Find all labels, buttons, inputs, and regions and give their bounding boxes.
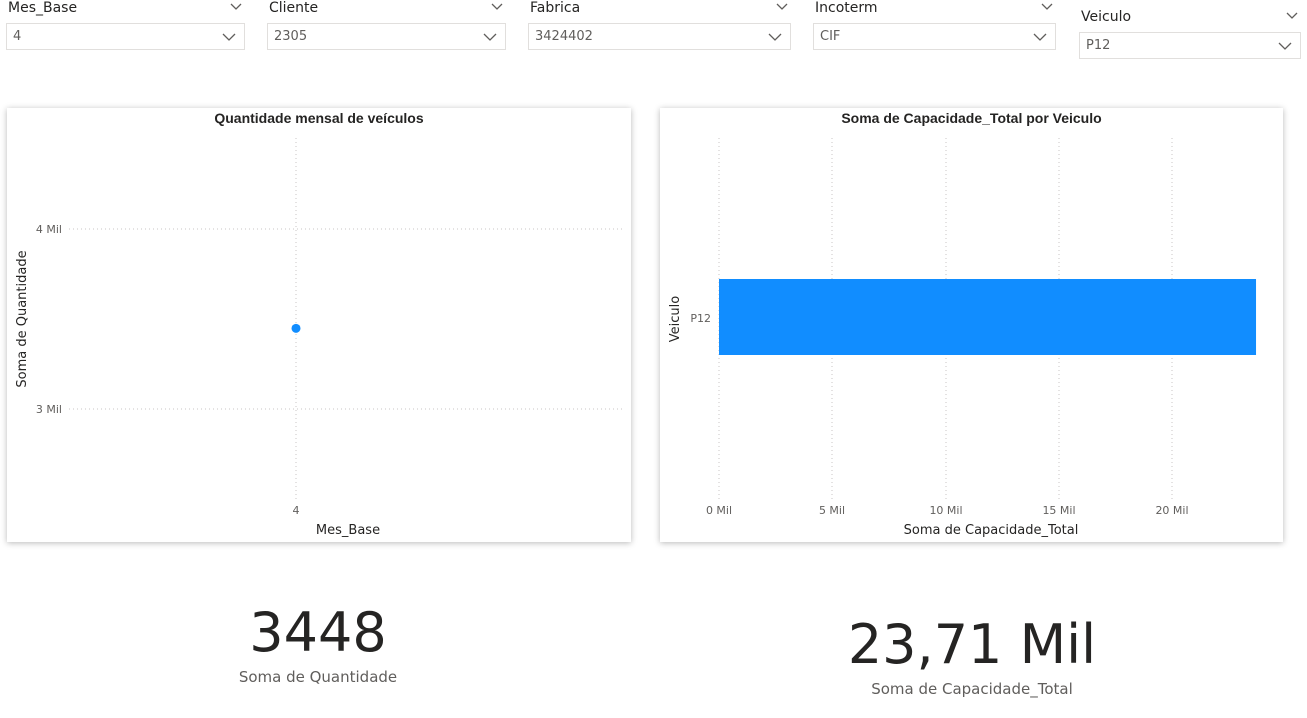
chevron-down-icon[interactable] — [1033, 30, 1047, 44]
slicer-header[interactable]: Mes_Base — [6, 0, 245, 22]
kpi-card-quantidade: 3448 Soma de Quantidade — [180, 600, 456, 690]
slicer-header[interactable]: Cliente — [267, 0, 506, 22]
x-tick-label: 15 Mil — [1042, 504, 1075, 517]
card-value: 23,71 Mil — [847, 613, 1097, 676]
bar[interactable] — [719, 279, 1257, 355]
x-tick-label: 4 — [293, 504, 300, 517]
chevron-down-icon[interactable] — [1040, 0, 1054, 14]
slicer-title: Incoterm — [815, 0, 878, 16]
chevron-down-icon[interactable] — [222, 30, 236, 44]
bar-visual[interactable]: Soma de Capacidade_Total por Veiculo 0 M… — [660, 108, 1283, 542]
y-tick-label: P12 — [690, 312, 711, 325]
card-value: 3448 — [249, 601, 387, 664]
slicer-dropdown[interactable]: 2305 — [267, 23, 506, 50]
slicer-incoterm: Incoterm CIF — [813, 0, 1056, 52]
chevron-down-icon[interactable] — [490, 0, 504, 14]
slicer-fabrica: Fabrica 3424402 — [528, 0, 791, 52]
slicer-header[interactable]: Veiculo — [1079, 9, 1301, 31]
scatter-visual[interactable]: Quantidade mensal de veículos 4 Mil 3 Mi… — [7, 108, 631, 542]
scatter-point[interactable] — [291, 323, 301, 333]
kpi-card-capacidade: 23,71 Mil Soma de Capacidade_Total — [820, 612, 1124, 702]
slicer-dropdown[interactable]: 3424402 — [528, 23, 791, 50]
x-tick-label: 20 Mil — [1155, 504, 1188, 517]
slicer-veiculo: Veiculo P12 — [1079, 9, 1301, 61]
slicer-title: Cliente — [269, 0, 319, 16]
slicer-selected-value: CIF — [820, 29, 841, 44]
slicer-dropdown[interactable]: CIF — [813, 23, 1056, 50]
y-axis-title: Soma de Quantidade — [15, 250, 30, 387]
slicer-dropdown[interactable]: P12 — [1079, 32, 1301, 59]
card-label: Soma de Quantidade — [238, 668, 398, 686]
slicer-header[interactable]: Fabrica — [528, 0, 791, 22]
y-axis-title: Veiculo — [668, 296, 683, 342]
x-tick-label: 10 Mil — [929, 504, 962, 517]
chevron-down-icon[interactable] — [1285, 9, 1299, 23]
slicer-selected-value: 2305 — [274, 29, 308, 44]
x-tick-label: 0 Mil — [706, 504, 732, 517]
chevron-down-icon[interactable] — [229, 0, 243, 14]
x-tick-label: 5 Mil — [819, 504, 845, 517]
slicer-selected-value: 4 — [13, 29, 22, 44]
bar-chart: 0 Mil 5 Mil 10 Mil 15 Mil 20 Mil P12 Som… — [668, 138, 1257, 538]
x-axis-title: Soma de Capacidade_Total — [904, 523, 1079, 538]
card-label: Soma de Capacidade_Total — [871, 680, 1073, 698]
slicer-mes-base: Mes_Base 4 — [6, 0, 245, 52]
slicer-cliente: Cliente 2305 — [267, 0, 506, 52]
y-tick-label: 4 Mil — [36, 223, 62, 236]
slicer-title: Mes_Base — [8, 0, 78, 16]
x-axis-title: Mes_Base — [316, 523, 380, 538]
scatter-chart: 4 Mil 3 Mil 4 Mes_Base Soma de Quantidad… — [15, 138, 625, 538]
slicer-title: Fabrica — [530, 0, 581, 16]
slicer-selected-value: 3424402 — [535, 29, 593, 44]
slicer-selected-value: P12 — [1086, 38, 1111, 53]
slicer-header[interactable]: Incoterm — [813, 0, 1056, 22]
chevron-down-icon[interactable] — [483, 30, 497, 44]
slicer-dropdown[interactable]: 4 — [6, 23, 245, 50]
chevron-down-icon[interactable] — [1278, 39, 1292, 53]
chevron-down-icon[interactable] — [768, 30, 782, 44]
y-tick-label: 3 Mil — [36, 403, 62, 416]
slicer-title: Veiculo — [1081, 9, 1132, 25]
chevron-down-icon[interactable] — [775, 0, 789, 14]
